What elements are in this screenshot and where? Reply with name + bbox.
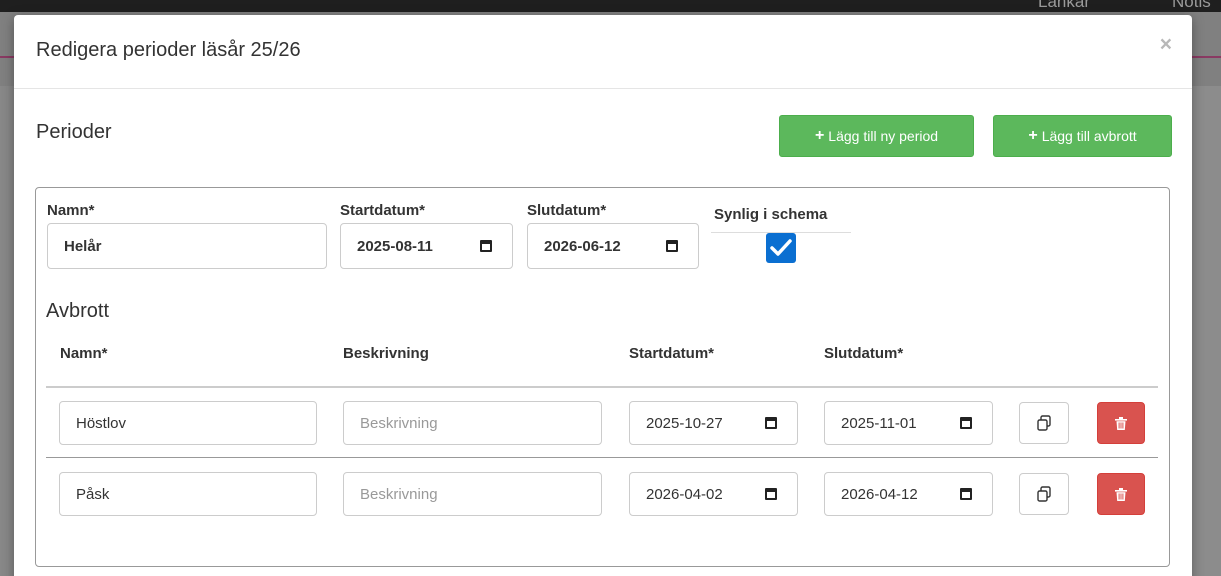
trash-icon xyxy=(1115,487,1127,501)
break-name-input[interactable]: Påsk xyxy=(59,472,317,516)
background-links-menu: Länkar xyxy=(1038,0,1090,11)
edit-periods-modal: Redigera perioder läsår 25/26 × Perioder… xyxy=(14,15,1192,576)
period-name-input[interactable]: Helår xyxy=(47,223,327,269)
period-end-value: 2026-06-12 xyxy=(544,237,621,255)
copy-icon xyxy=(1037,486,1051,502)
calendar-icon[interactable] xyxy=(765,417,777,429)
modal-title: Redigera perioder läsår 25/26 xyxy=(36,39,301,61)
break-description-input[interactable]: Beskrivning xyxy=(343,472,602,516)
background-accent-line-right xyxy=(1192,56,1221,58)
period-start-value: 2025-08-11 xyxy=(357,237,433,255)
visible-checkbox-cell xyxy=(711,232,851,268)
period-end-label: Slutdatum* xyxy=(527,202,607,219)
break-name-input[interactable]: Höstlov xyxy=(59,401,317,445)
background-accent-line xyxy=(0,56,14,58)
calendar-icon[interactable] xyxy=(960,488,972,500)
calendar-icon[interactable] xyxy=(666,240,678,252)
add-break-label: Lägg till avbrott xyxy=(1041,128,1137,144)
period-start-date-input[interactable]: 2025-08-11 xyxy=(340,223,513,269)
period-name-label: Namn* xyxy=(47,202,95,219)
break-description-input[interactable]: Beskrivning xyxy=(343,401,602,445)
break-start-value: 2026-04-02 xyxy=(646,485,723,503)
break-start-date-input[interactable]: 2025-10-27 xyxy=(629,401,798,445)
break-end-value: 2026-04-12 xyxy=(841,485,918,503)
break-name-value: Höstlov xyxy=(76,414,127,432)
add-period-label: Lägg till ny period xyxy=(828,128,939,144)
breaks-col-description: Beskrivning xyxy=(343,345,429,362)
period-end-date-input[interactable]: 2026-06-12 xyxy=(527,223,699,269)
period-start-label: Startdatum* xyxy=(340,202,426,219)
break-description-placeholder: Beskrivning xyxy=(360,414,438,432)
copy-break-button[interactable] xyxy=(1019,473,1069,515)
breaks-col-end: Slutdatum* xyxy=(824,345,904,362)
visible-in-schedule-checkbox[interactable] xyxy=(766,233,796,263)
breaks-heading: Avbrott xyxy=(46,300,109,322)
row-divider xyxy=(46,457,1158,458)
add-break-button[interactable]: + Lägg till avbrott xyxy=(993,115,1172,157)
delete-break-button[interactable] xyxy=(1097,473,1145,515)
background-left-panel xyxy=(0,86,14,576)
plus-icon: + xyxy=(814,127,825,144)
background-right-panel xyxy=(1192,86,1221,576)
breaks-col-start: Startdatum* xyxy=(629,345,715,362)
breaks-col-name: Namn* xyxy=(60,345,108,362)
breaks-table-header: Namn* Beskrivning Startdatum* Slutdatum* xyxy=(36,345,1169,385)
period-card: Namn* Startdatum* Slutdatum* Synlig i sc… xyxy=(35,187,1170,567)
trash-icon xyxy=(1115,416,1127,430)
break-row: Höstlov Beskrivning 2025-10-27 2025-11-0… xyxy=(36,388,1169,458)
background-top-bar: Länkar Notis xyxy=(0,0,1221,12)
calendar-icon[interactable] xyxy=(765,488,777,500)
break-start-date-input[interactable]: 2026-04-02 xyxy=(629,472,798,516)
background-notifications: Notis xyxy=(1172,0,1211,11)
visible-in-schedule-label: Synlig i schema xyxy=(714,206,828,223)
break-row: Påsk Beskrivning 2026-04-02 2026-04-12 xyxy=(36,459,1169,529)
copy-break-button[interactable] xyxy=(1019,402,1069,444)
delete-break-button[interactable] xyxy=(1097,402,1145,444)
periods-heading: Perioder xyxy=(36,121,112,143)
add-period-button[interactable]: + Lägg till ny period xyxy=(779,115,974,157)
close-button[interactable]: × xyxy=(1160,33,1172,57)
calendar-icon[interactable] xyxy=(960,417,972,429)
calendar-icon[interactable] xyxy=(480,240,492,252)
copy-icon xyxy=(1037,415,1051,431)
modal-header: Redigera perioder läsår 25/26 × xyxy=(14,15,1192,89)
plus-icon: + xyxy=(1028,127,1038,144)
break-end-date-input[interactable]: 2026-04-12 xyxy=(824,472,993,516)
period-name-value: Helår xyxy=(64,237,102,255)
break-description-placeholder: Beskrivning xyxy=(360,485,438,503)
checkmark-icon xyxy=(770,239,792,256)
break-end-value: 2025-11-01 xyxy=(841,414,917,432)
break-start-value: 2025-10-27 xyxy=(646,414,723,432)
break-end-date-input[interactable]: 2025-11-01 xyxy=(824,401,993,445)
break-name-value: Påsk xyxy=(76,485,110,503)
